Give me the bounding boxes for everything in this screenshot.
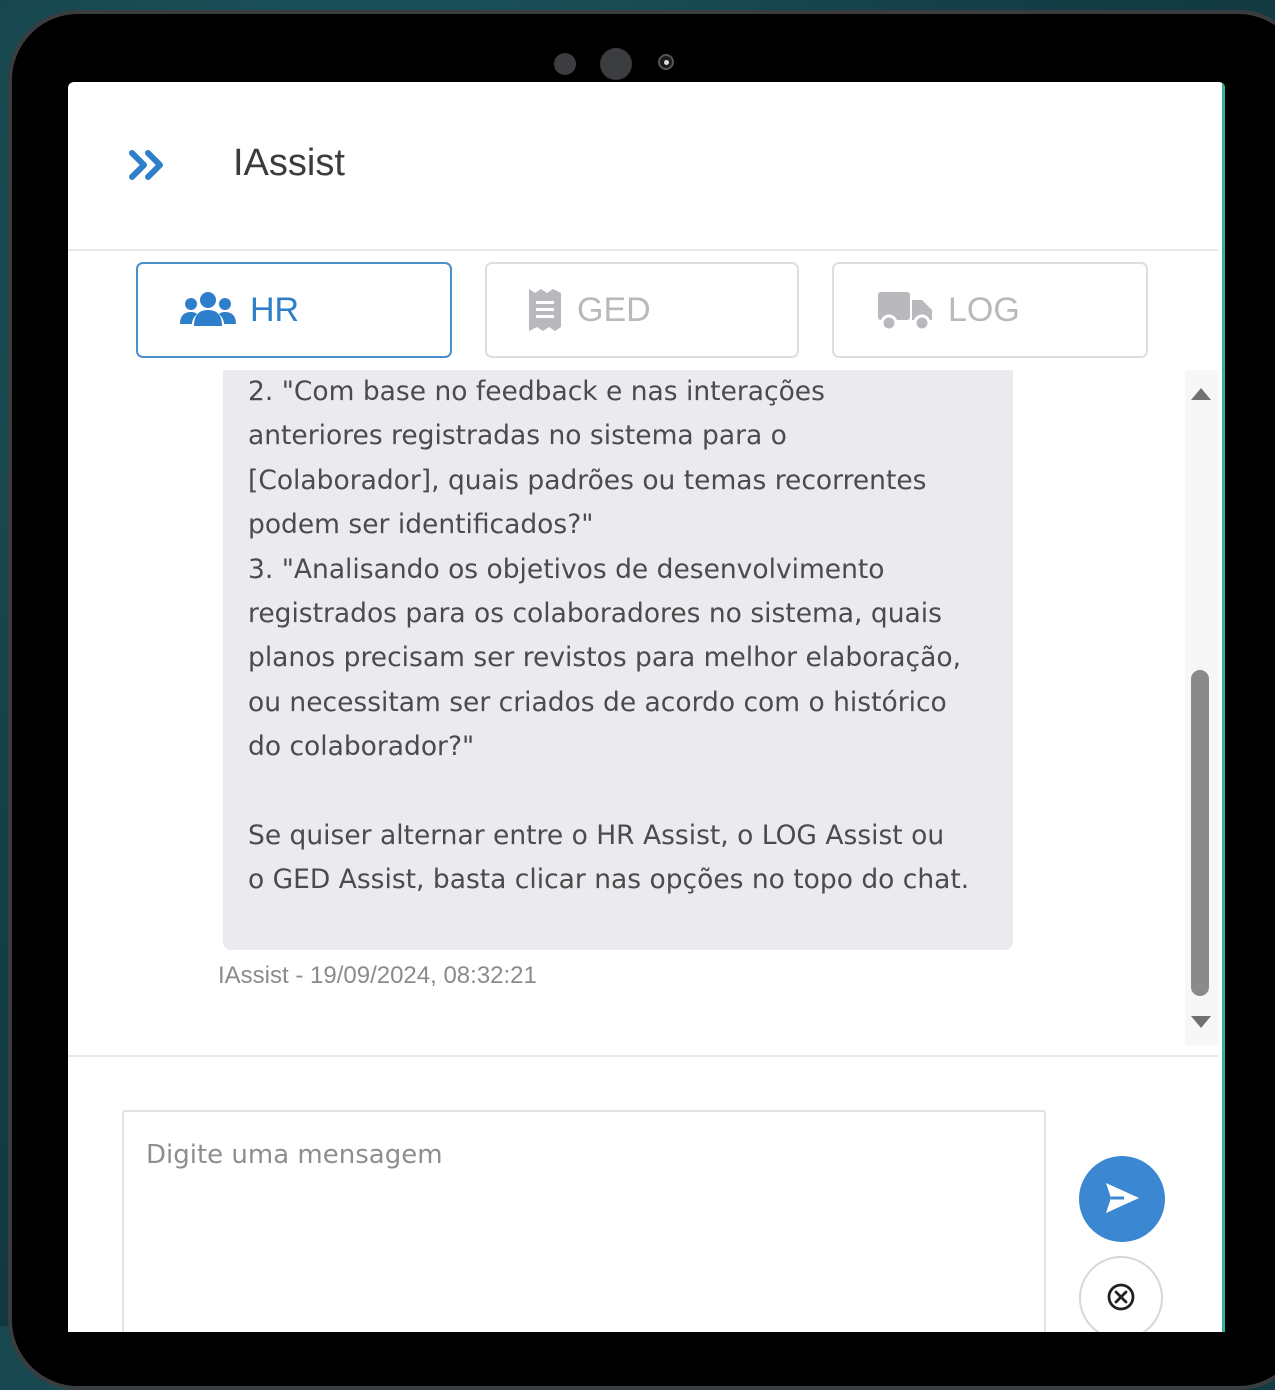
- scrollbar-thumb[interactable]: [1191, 670, 1209, 996]
- message-line: planos precisam ser revistos para melhor…: [248, 642, 961, 674]
- double-chevron-right-icon[interactable]: [128, 148, 172, 182]
- chat-header: IAssist: [68, 82, 1218, 251]
- clear-button[interactable]: [1079, 1256, 1163, 1332]
- close-circle-icon: [1106, 1282, 1136, 1315]
- chat-scrollbar[interactable]: [1185, 370, 1218, 1045]
- message-line: do colaborador?": [248, 731, 475, 763]
- users-icon: [180, 290, 236, 330]
- receipt-document-icon: [527, 287, 563, 333]
- message-line: registrados para os colaboradores no sis…: [248, 597, 942, 629]
- message-line: anteriores registradas no sistema para o: [248, 420, 787, 452]
- tab-hr[interactable]: HR: [136, 262, 452, 358]
- camera-lens: [600, 48, 632, 80]
- scroll-down-arrow-icon[interactable]: [1191, 1016, 1211, 1028]
- tab-log-label: LOG: [948, 290, 1020, 329]
- tab-ged-label: GED: [577, 290, 651, 329]
- message-line: [Colaborador], quais padrões ou temas re…: [248, 464, 927, 496]
- tab-ged[interactable]: GED: [485, 262, 799, 358]
- chat-window: IAssist HR GED LOG 2. "Com base no feedb…: [68, 82, 1225, 1332]
- tab-hr-label: HR: [250, 290, 300, 329]
- message-line: ou necessitam ser criados de acordo com …: [248, 686, 947, 718]
- tab-log[interactable]: LOG: [832, 262, 1148, 358]
- camera-indicator: [658, 54, 674, 70]
- message-line: Se quiser alternar entre o HR Assist, o …: [248, 819, 945, 851]
- scroll-up-arrow-icon[interactable]: [1191, 388, 1211, 400]
- send-icon: [1102, 1180, 1142, 1219]
- message-line: podem ser identificados?": [248, 509, 594, 541]
- message-input[interactable]: [122, 1110, 1046, 1332]
- message-line: [248, 770, 1013, 814]
- message-line: 3. "Analisando os objetivos de desenvolv…: [248, 553, 885, 585]
- message-meta: IAssist - 19/09/2024, 08:32:21: [218, 962, 537, 989]
- chat-title: IAssist: [233, 142, 345, 184]
- send-button[interactable]: [1079, 1156, 1165, 1242]
- truck-icon: [876, 288, 934, 332]
- assistant-message-bubble: 2. "Com base no feedback e nas interaçõe…: [223, 370, 1013, 950]
- message-line: 2. "Com base no feedback e nas interaçõe…: [248, 376, 825, 407]
- sensor-dot: [554, 53, 576, 75]
- message-list: 2. "Com base no feedback e nas interaçõe…: [68, 370, 1218, 1055]
- message-line: o GED Assist, basta clicar nas opções no…: [248, 864, 970, 896]
- composer-divider: [68, 1055, 1218, 1057]
